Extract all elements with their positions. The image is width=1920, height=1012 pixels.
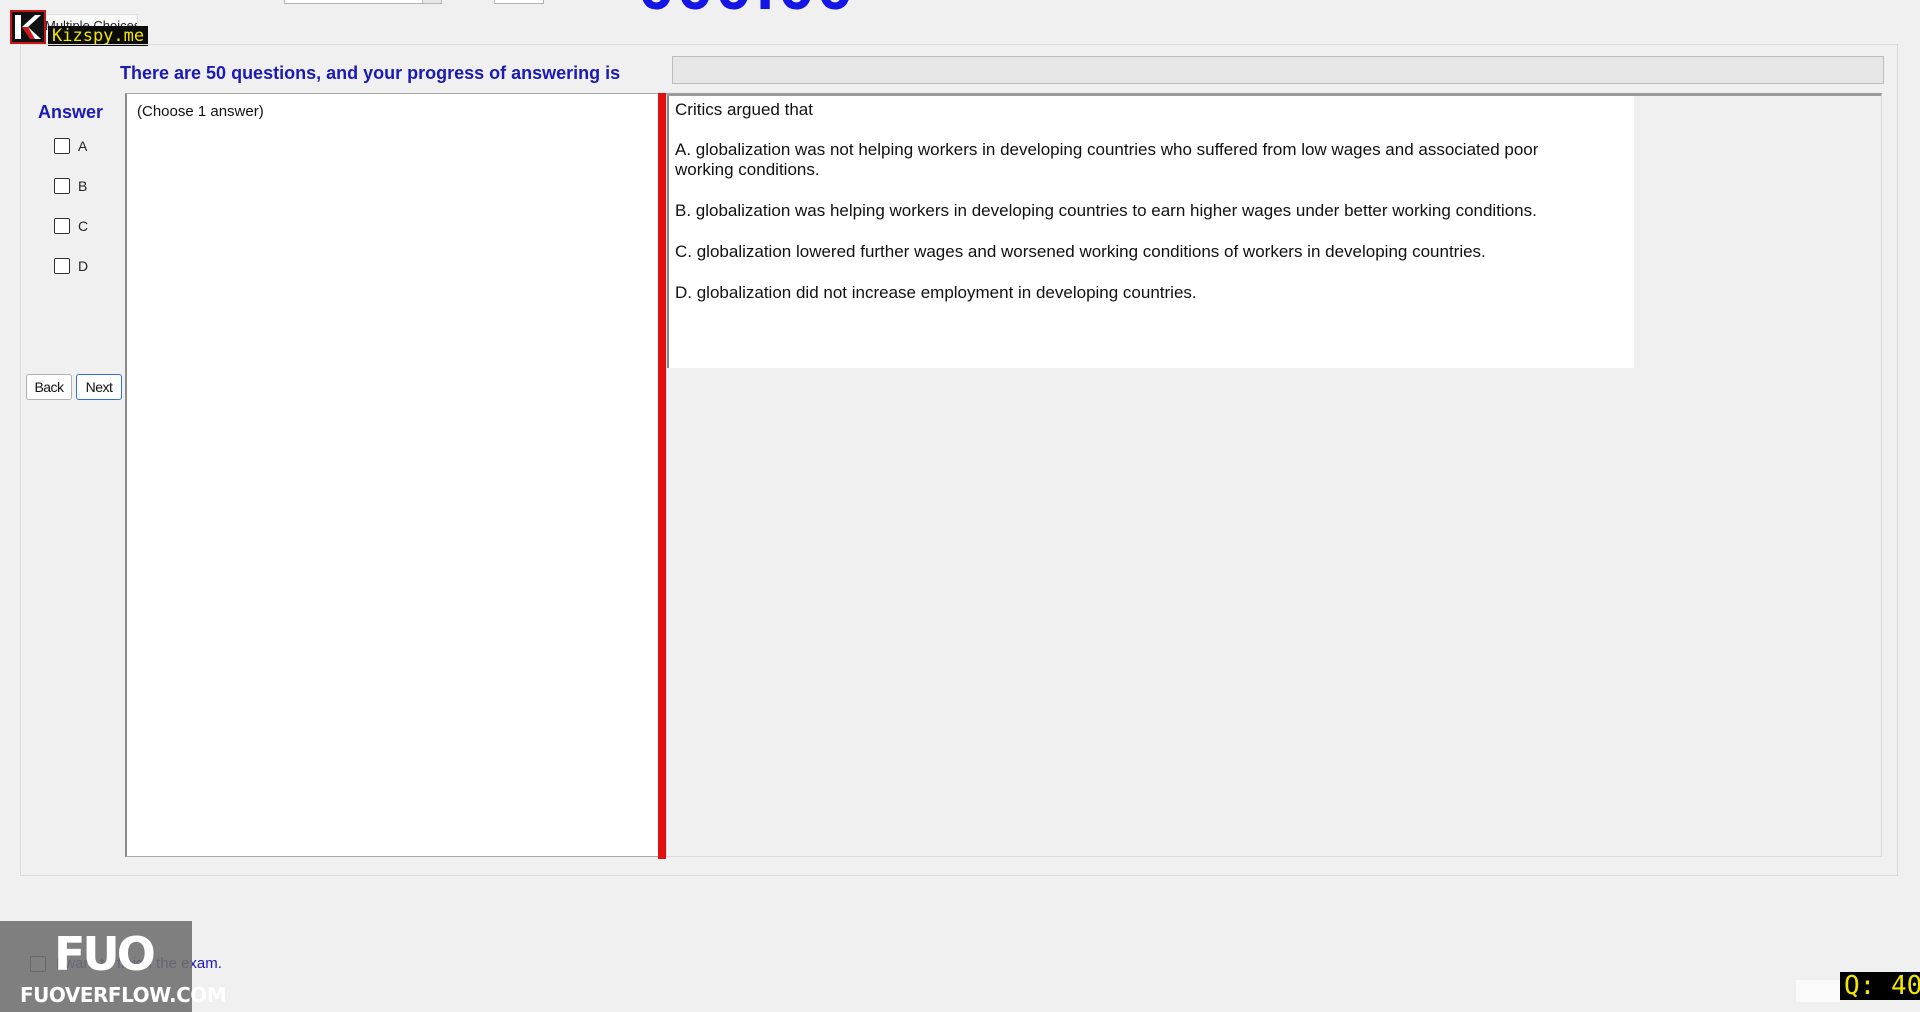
bottom-status-field (1796, 980, 1840, 1002)
answer-heading: Answer (38, 102, 104, 122)
option-c-label: C (78, 218, 89, 234)
kizspy-watermark-text: Kizspy.me (48, 26, 149, 46)
question-text: Critics argued that (675, 100, 813, 119)
answer-option-b[interactable]: B (54, 178, 87, 194)
progress-bar (672, 56, 1884, 84)
option-b-label: B (78, 178, 88, 194)
fuoverflow-logo: FUO FUOVERFLOW.COM (0, 921, 227, 1012)
kizspy-logo-icon (10, 10, 46, 44)
progress-label: There are 50 questions, and your progres… (120, 63, 621, 83)
question-choice-b: B. globalization was helping workers in … (675, 201, 1537, 220)
panel-splitter[interactable] (658, 93, 666, 859)
option-c-checkbox[interactable] (54, 218, 70, 234)
answer-option-c[interactable]: C (54, 218, 88, 234)
exam-code-dropdown[interactable] (284, 0, 442, 4)
question-content: Critics argued that A. globalization was… (667, 96, 1634, 368)
answer-option-a[interactable]: A (54, 138, 87, 154)
option-a-label: A (78, 138, 88, 154)
option-d-label: D (78, 258, 89, 274)
option-a-checkbox[interactable] (54, 138, 70, 154)
question-counter: Q: 40 (1840, 972, 1920, 1000)
option-d-checkbox[interactable] (54, 258, 70, 274)
fuo-logo-mark: FUO (54, 927, 156, 981)
question-choice-d: D. globalization did not increase employ… (675, 283, 1197, 302)
question-choice-c: C. globalization lowered further wages a… (675, 242, 1486, 261)
answer-option-d[interactable]: D (54, 258, 88, 274)
countdown-timer: 000:00 (638, 0, 856, 24)
question-choice-a: A. globalization was not helping workers… (675, 140, 1539, 179)
back-button[interactable]: Back (26, 374, 72, 400)
fuo-logo-name: FUOVERFLOW.COM (20, 983, 227, 1007)
next-button[interactable]: Next (76, 374, 122, 400)
answer-panel[interactable]: (Choose 1 answer) (125, 93, 660, 857)
option-b-checkbox[interactable] (54, 178, 70, 194)
choose-answer-hint: (Choose 1 answer) (137, 103, 264, 120)
font-size-field[interactable] (494, 0, 544, 4)
